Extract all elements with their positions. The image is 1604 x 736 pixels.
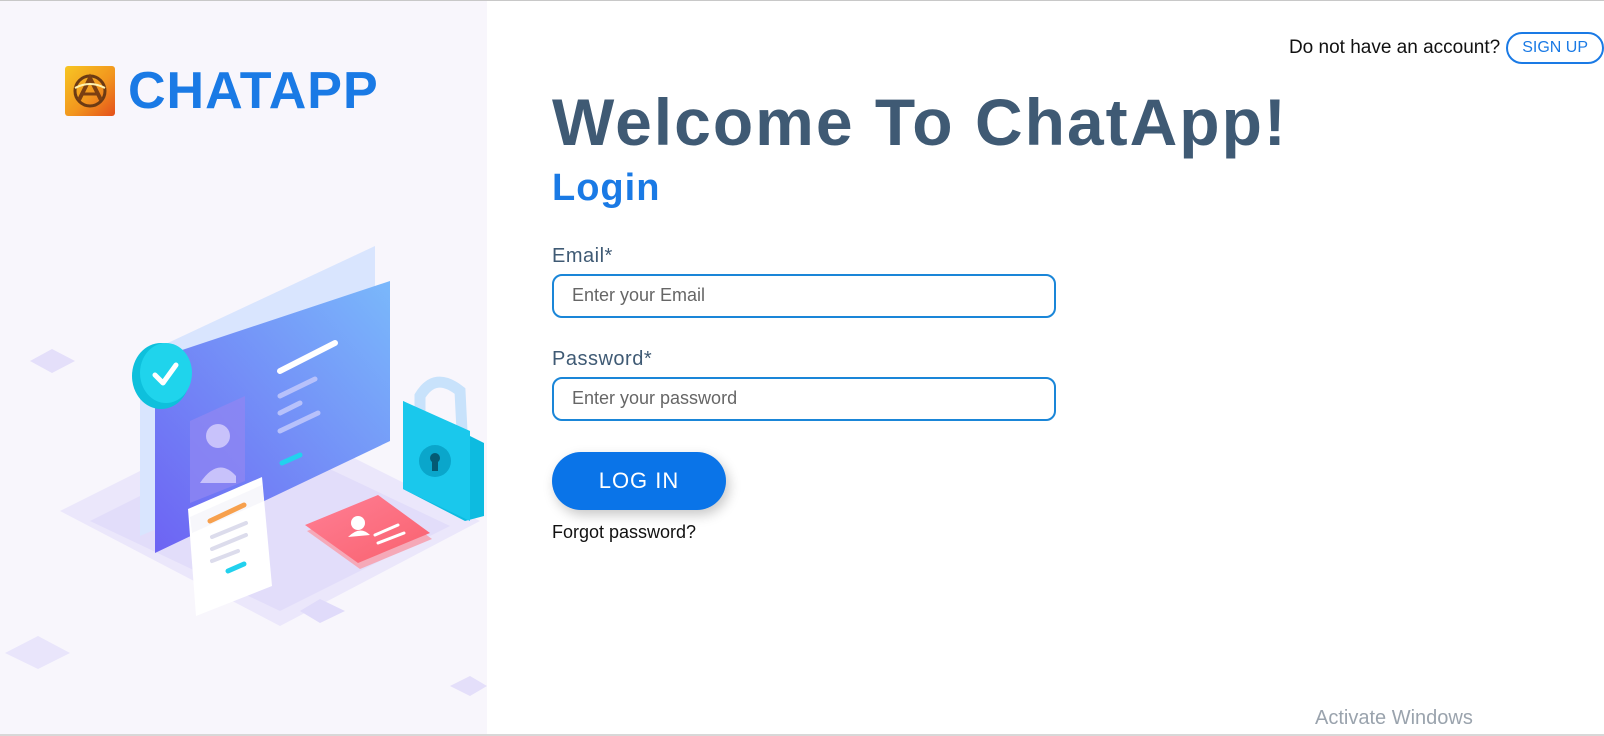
brand: CHATAPP <box>65 65 379 117</box>
login-heading: Login <box>552 166 661 209</box>
activate-windows-watermark: Activate Windows <box>1315 707 1473 729</box>
email-field[interactable] <box>552 273 1056 318</box>
login-button[interactable]: LOG IN <box>552 451 726 510</box>
password-label: Password* <box>552 347 653 370</box>
signup-button[interactable]: SIGN UP <box>1506 32 1604 64</box>
security-illustration <box>5 246 487 696</box>
email-label: Email* <box>552 244 613 267</box>
brand-name: CHATAPP <box>128 62 379 120</box>
signup-prompt-bar: Do not have an account? SIGN UP <box>1289 32 1604 64</box>
login-page: CHATAPP Do not have an account? SIGN UP … <box>0 0 1604 736</box>
login-form: Welcome To ChatApp! Login Email* Passwor… <box>552 86 1288 543</box>
left-panel: CHATAPP <box>0 1 487 736</box>
password-field[interactable] <box>552 376 1056 421</box>
account-prompt-text: Do not have an account? <box>1288 37 1501 58</box>
forgot-password-link[interactable]: Forgot password? <box>552 522 1288 543</box>
welcome-heading: Welcome To ChatApp! <box>552 85 1288 159</box>
chatapp-logo-icon <box>65 66 115 116</box>
